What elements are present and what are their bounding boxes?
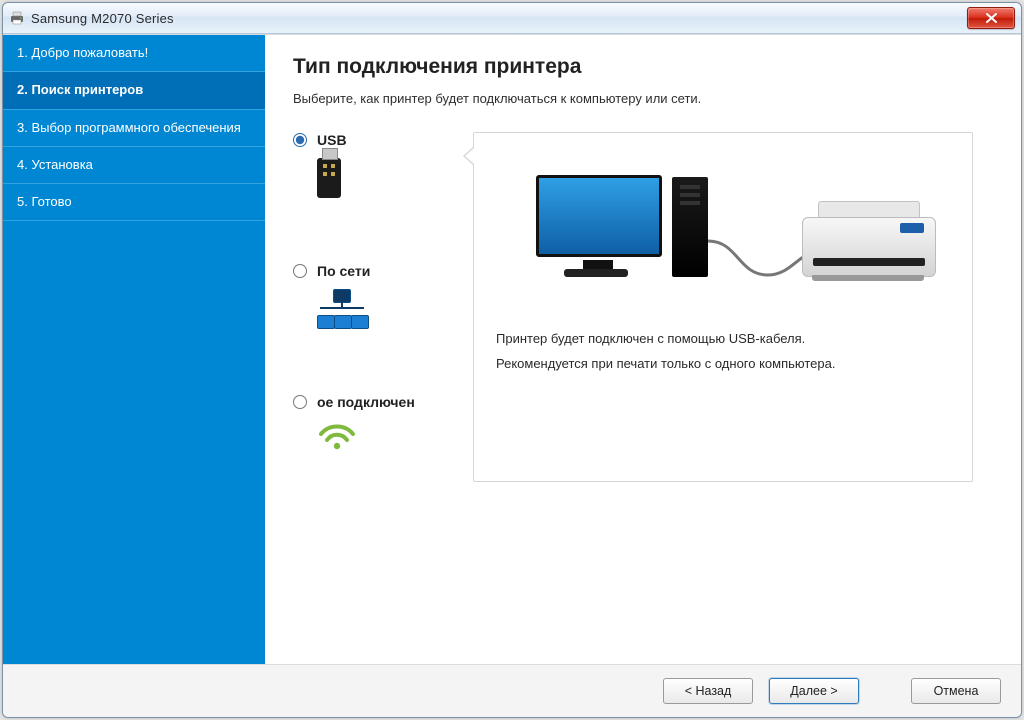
preview-text-2: Рекомендуется при печати только с одного… <box>496 352 950 377</box>
option-usb-label: USB <box>317 132 347 148</box>
close-button[interactable] <box>967 7 1015 29</box>
option-wireless-label: ое подключен <box>317 394 415 410</box>
option-usb[interactable]: USB <box>293 132 473 203</box>
back-button[interactable]: < Назад <box>663 678 753 704</box>
sidebar-step-search[interactable]: 2. Поиск принтеров <box>3 72 265 109</box>
titlebar[interactable]: Samsung M2070 Series <box>3 3 1021 34</box>
connection-illustration <box>496 169 950 299</box>
wizard-sidebar: 1. Добро пожаловать! 2. Поиск принтеров … <box>3 35 265 664</box>
wizard-footer: < Назад Далее > Отмена <box>3 664 1021 717</box>
page-title: Тип подключения принтера <box>293 55 993 79</box>
sidebar-step-software[interactable]: 3. Выбор программного обеспечения <box>3 110 265 147</box>
cancel-button[interactable]: Отмена <box>911 678 1001 704</box>
connection-preview: Принтер будет подключен с помощью USB-ка… <box>473 132 973 482</box>
installer-window: Samsung M2070 Series 1. Добро пожаловать… <box>2 2 1022 718</box>
window-title: Samsung M2070 Series <box>31 11 174 26</box>
sidebar-step-install[interactable]: 4. Установка <box>3 147 265 184</box>
printer-app-icon <box>9 10 25 26</box>
usb-plug-icon <box>317 158 473 203</box>
radio-wireless[interactable] <box>293 395 307 409</box>
connection-options: USB По сети <box>293 132 473 455</box>
option-network-label: По сети <box>317 263 370 279</box>
sidebar-step-done[interactable]: 5. Готово <box>3 184 265 221</box>
radio-usb[interactable] <box>293 133 307 147</box>
next-button[interactable]: Далее > <box>769 678 859 704</box>
preview-text-1: Принтер будет подключен с помощью USB-ка… <box>496 327 950 352</box>
option-wireless[interactable]: ое подключен <box>293 394 473 455</box>
radio-network[interactable] <box>293 264 307 278</box>
network-icon <box>317 289 473 334</box>
wifi-icon <box>317 420 473 455</box>
page-subtitle: Выберите, как принтер будет подключаться… <box>293 91 993 106</box>
sidebar-step-welcome[interactable]: 1. Добро пожаловать! <box>3 35 265 72</box>
main-panel: Тип подключения принтера Выберите, как п… <box>265 35 1021 664</box>
option-network[interactable]: По сети <box>293 263 473 334</box>
